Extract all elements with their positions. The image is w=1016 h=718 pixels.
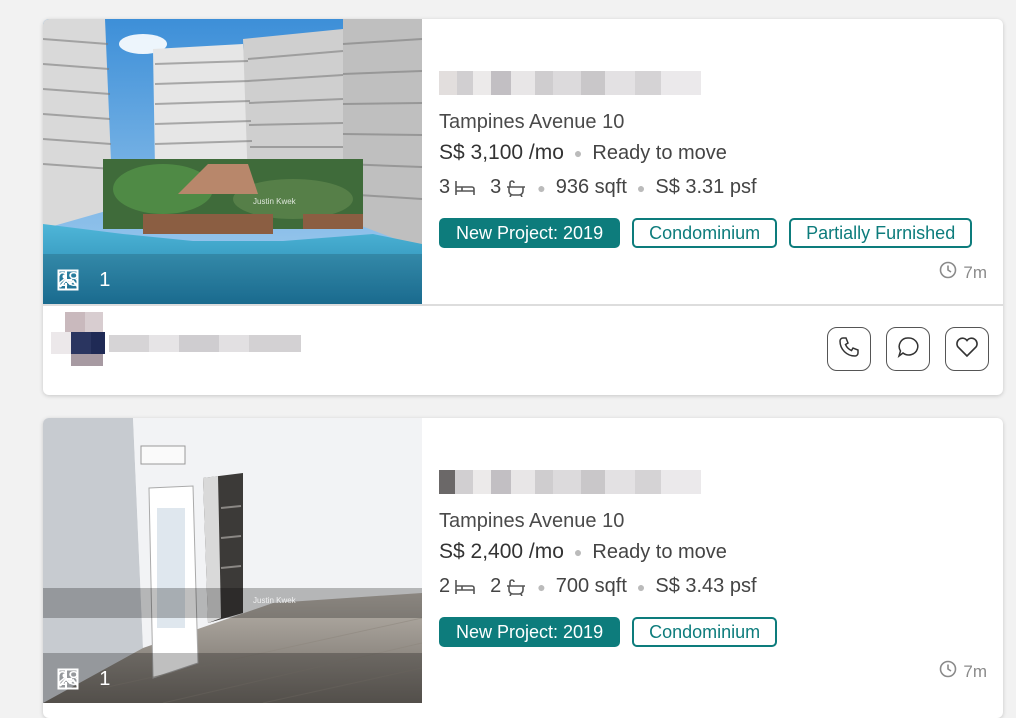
time-ago: 7m bbox=[963, 661, 987, 681]
listing-title[interactable] bbox=[439, 470, 701, 494]
floorplan-count: 1 bbox=[99, 668, 111, 690]
separator-dot: ● bbox=[573, 544, 583, 560]
clock-icon bbox=[939, 660, 957, 683]
listing-title[interactable] bbox=[439, 71, 701, 95]
tag-new-project: New Project: 2019 bbox=[439, 617, 621, 647]
listing-address: Tampines Avenue 10 bbox=[439, 510, 625, 532]
floorplan-count: 1 bbox=[99, 269, 111, 291]
beds-count: 2 bbox=[439, 575, 451, 597]
tag-new-project: New Project: 2019 bbox=[439, 218, 621, 248]
price-psf: S$ 3.43 psf bbox=[655, 575, 757, 597]
bed-icon bbox=[454, 179, 476, 197]
listing-address: Tampines Avenue 10 bbox=[439, 111, 625, 133]
price-psf: S$ 3.31 psf bbox=[655, 176, 757, 198]
separator-dot: ● bbox=[573, 145, 583, 161]
availability: Ready to move bbox=[592, 540, 727, 563]
listing-photo[interactable]: Justin Kwek 28 1 bbox=[43, 19, 422, 304]
tag-property-type: Condominium bbox=[632, 218, 778, 248]
bathtub-icon bbox=[505, 578, 527, 596]
heart-icon bbox=[955, 336, 979, 363]
floor-area: 936 sqft bbox=[555, 176, 627, 198]
tag-furnishing: Partially Furnished bbox=[789, 218, 973, 248]
bed-icon bbox=[454, 578, 476, 596]
listing-price: S$ 3,100 /mo bbox=[439, 141, 564, 164]
separator-dot: ● bbox=[537, 578, 546, 595]
bathtub-icon bbox=[505, 179, 527, 197]
chat-icon bbox=[897, 336, 919, 363]
baths-count: 2 bbox=[490, 575, 502, 597]
separator-dot: ● bbox=[636, 179, 646, 196]
svg-text:Justin Kwek: Justin Kwek bbox=[253, 197, 297, 206]
listing-price: S$ 2,400 /mo bbox=[439, 540, 564, 563]
separator-dot: ● bbox=[537, 179, 546, 196]
svg-text:Justin Kwek: Justin Kwek bbox=[253, 596, 297, 605]
clock-icon bbox=[939, 261, 957, 284]
beds-count: 3 bbox=[439, 176, 451, 198]
time-ago: 7m bbox=[963, 262, 987, 282]
agent-info[interactable] bbox=[51, 312, 311, 378]
availability: Ready to move bbox=[592, 141, 727, 164]
tag-property-type: Condominium bbox=[632, 617, 778, 647]
chat-button[interactable] bbox=[886, 327, 930, 371]
baths-count: 3 bbox=[490, 176, 502, 198]
listing-card[interactable]: Justin Kwek 28 1 bbox=[43, 19, 1003, 395]
floor-area: 700 sqft bbox=[555, 575, 627, 597]
listing-photo[interactable]: Justin Kwek 28 1 bbox=[43, 418, 422, 703]
save-button[interactable] bbox=[945, 327, 989, 371]
phone-icon bbox=[838, 336, 860, 363]
listing-card[interactable]: Justin Kwek 28 1 bbox=[43, 418, 1003, 718]
separator-dot: ● bbox=[636, 578, 646, 595]
call-button[interactable] bbox=[827, 327, 871, 371]
